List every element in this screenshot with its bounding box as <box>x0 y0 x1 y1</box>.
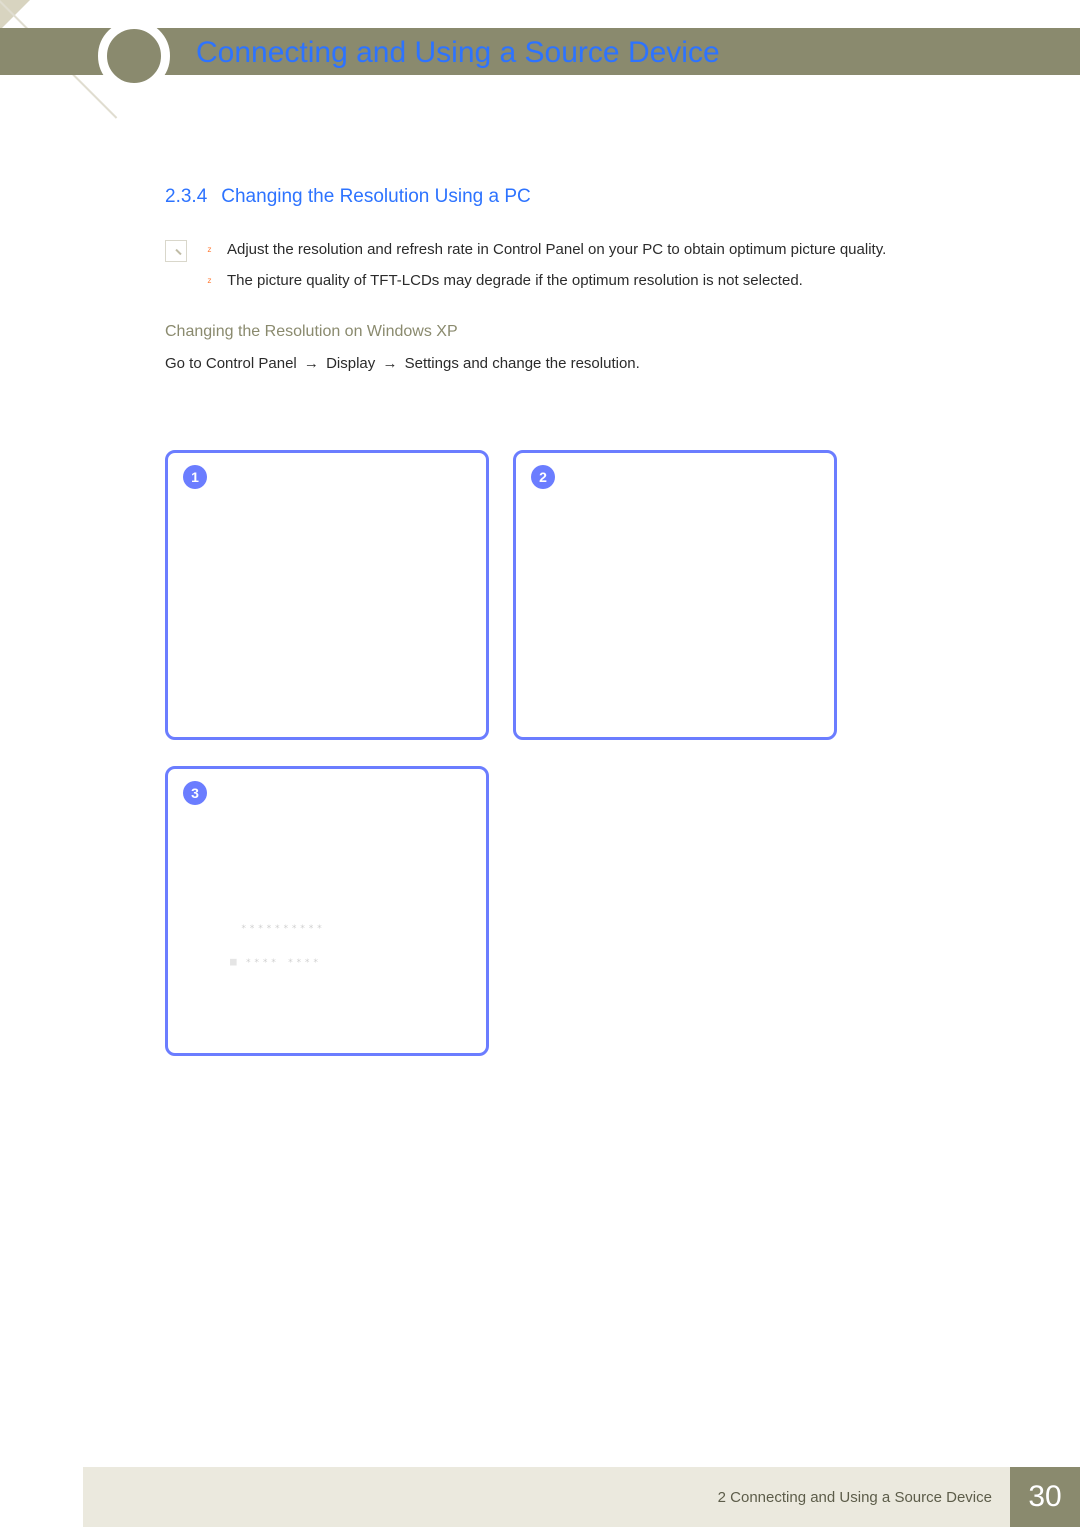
path-step: Display <box>326 355 375 372</box>
placeholder-text: ********** <box>241 924 325 934</box>
instruction-prefix: Go to <box>165 355 206 372</box>
step-badge: 2 <box>531 465 555 489</box>
section-title: Changing the Resolution Using a PC <box>221 186 530 207</box>
arrow-icon: → <box>382 355 397 372</box>
bullet-icon: z <box>207 269 215 292</box>
screenshot-step-3: 3 ********** ■**** **** <box>165 766 489 1056</box>
step-badge: 3 <box>183 781 207 805</box>
chapter-number-badge <box>98 20 170 92</box>
path-step: Settings <box>405 355 459 372</box>
section-heading: 2.3.4 Changing the Resolution Using a PC <box>165 186 980 208</box>
note-text: Adjust the resolution and refresh rate i… <box>227 238 886 261</box>
screenshot-step-1: 1 <box>165 450 489 740</box>
sub-heading: Changing the Resolution on Windows XP <box>165 323 980 341</box>
note-item: z Adjust the resolution and refresh rate… <box>207 238 980 261</box>
step-badge: 1 <box>183 465 207 489</box>
footer-bar: 2 Connecting and Using a Source Device 3… <box>83 1467 1080 1527</box>
bullet-icon: z <box>207 238 215 261</box>
screenshot-step-2: 2 <box>513 450 837 740</box>
note-text: The picture quality of TFT-LCDs may degr… <box>227 269 803 292</box>
path-step: Control Panel <box>206 355 297 372</box>
note-icon <box>165 240 187 262</box>
note-item: z The picture quality of TFT-LCDs may de… <box>207 269 980 292</box>
note-list: z Adjust the resolution and refresh rate… <box>207 238 980 301</box>
chapter-title: Connecting and Using a Source Device <box>196 36 720 70</box>
page-footer: 2 Connecting and Using a Source Device 3… <box>0 1467 1080 1527</box>
section-number: 2.3.4 <box>165 186 207 207</box>
page-number: 30 <box>1010 1467 1080 1527</box>
instruction-suffix: and change the resolution. <box>459 355 640 372</box>
instruction-text: Go to Control Panel → Display → Settings… <box>165 355 980 372</box>
placeholder-text: ■**** **** <box>230 955 321 968</box>
page-content: 2.3.4Changing the Resolution Using a PC … <box>165 186 980 372</box>
footer-chapter-ref: 2 Connecting and Using a Source Device <box>718 1489 992 1506</box>
note-block: z Adjust the resolution and refresh rate… <box>165 238 980 301</box>
arrow-icon: → <box>304 355 319 372</box>
